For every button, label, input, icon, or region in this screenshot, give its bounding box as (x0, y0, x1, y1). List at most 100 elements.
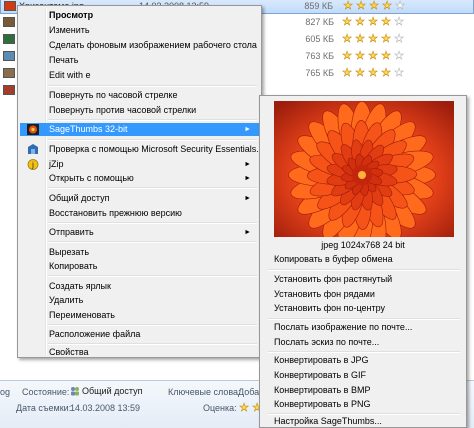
menu-item-rotate-ccw[interactable]: Повернуть против часовой стрелки (20, 104, 259, 117)
star-filled-icon[interactable]: ★ (367, 50, 379, 63)
star-empty-icon[interactable]: ★ (393, 67, 405, 80)
menu-item-restore[interactable]: Восстановить прежнюю версию (20, 207, 259, 220)
menu-item-preview[interactable]: Просмотр (20, 9, 259, 22)
jzip-icon: j (27, 159, 39, 170)
star-filled-icon[interactable]: ★ (354, 33, 366, 46)
people-icon (71, 387, 79, 396)
star-filled-icon[interactable]: ★ (341, 33, 353, 46)
star-filled-icon[interactable]: ★ (341, 50, 353, 63)
menu-item-sagethumbs[interactable]: SageThumbs 32-bit ► (20, 123, 259, 136)
star-filled-icon[interactable]: ★ (341, 16, 353, 29)
star-empty-icon[interactable]: ★ (394, 0, 406, 12)
star-filled-icon[interactable]: ★ (342, 0, 354, 12)
menu-item-open-with[interactable]: Открыть с помощью ► (20, 172, 259, 185)
submenu-arrow-icon: ► (244, 229, 251, 236)
rating-label: Оценка: (203, 403, 237, 413)
star-filled-icon[interactable]: ★ (381, 0, 393, 12)
menu-item-edit-with[interactable]: Edit with e (20, 69, 259, 82)
menu-item-create-shortcut[interactable]: Создать ярлык (20, 280, 259, 293)
submenu-arrow-icon: ► (244, 161, 251, 168)
menu-item-file-location[interactable]: Расположение файла (20, 328, 259, 341)
star-filled-icon[interactable]: ★ (354, 16, 366, 29)
submenu-item-to-bmp[interactable]: Конвертировать в BMP (262, 384, 464, 397)
star-filled-icon[interactable]: ★ (380, 50, 392, 63)
date-taken-value: 14.03.2008 13:59 (70, 403, 141, 413)
star-filled-icon[interactable]: ★ (367, 67, 379, 80)
keywords-value[interactable]: Доба (238, 387, 259, 397)
menu-item-copy[interactable]: Копировать (20, 260, 259, 273)
file-size: 827 КБ (305, 17, 334, 27)
star-filled-icon[interactable]: ★ (380, 67, 392, 80)
star-filled-icon[interactable]: ★ (367, 16, 379, 29)
details-filename-fragment: og (0, 387, 11, 397)
submenu-item-to-png[interactable]: Конвертировать в PNG (262, 398, 464, 411)
star-filled-icon[interactable]: ★ (341, 67, 353, 80)
star-filled-icon[interactable]: ★ (355, 0, 367, 12)
submenu-item-to-jpg[interactable]: Конвертировать в JPG (262, 354, 464, 367)
submenu-item-copy-clipboard[interactable]: Копировать в буфер обмена (262, 253, 464, 266)
state-value: Общий доступ (70, 386, 142, 396)
rating-stars[interactable]: ★★★★★ (341, 50, 406, 63)
submenu-item-mail-thumb[interactable]: Послать эскиз по почте... (262, 336, 464, 349)
menu-item-cut[interactable]: Вырезать (20, 246, 259, 259)
menu-item-mse-scan[interactable]: Проверка с помощью Microsoft Security Es… (20, 143, 264, 156)
star-filled-icon[interactable]: ★ (354, 50, 366, 63)
menu-separator (268, 351, 460, 353)
submenu-arrow-icon: ► (244, 195, 251, 202)
menu-item-rename[interactable]: Переименовать (20, 309, 259, 322)
menu-separator (48, 324, 257, 326)
menu-item-print[interactable]: Печать (20, 54, 259, 67)
submenu-item-settings[interactable]: Настройка SageThumbs... (262, 415, 464, 428)
rating-stars[interactable]: ★★★★★ (341, 16, 406, 29)
menu-item-rotate-cw[interactable]: Повернуть по часовой стрелке (20, 89, 259, 102)
menu-separator (48, 343, 257, 345)
menu-item-label: Проверка с помощью Microsoft Security Es… (49, 144, 264, 154)
star-empty-icon[interactable]: ★ (393, 33, 405, 46)
svg-text:j: j (31, 161, 34, 170)
file-size: 605 КБ (305, 34, 334, 44)
rating-stars[interactable]: ★★★★★ (341, 33, 406, 46)
menu-separator (48, 85, 257, 87)
submenu-item-to-gif[interactable]: Конвертировать в GIF (262, 369, 464, 382)
menu-item-share[interactable]: Общий доступ ► (20, 192, 259, 205)
menu-separator (48, 119, 257, 121)
menu-item-delete[interactable]: Удалить (20, 294, 259, 307)
menu-separator (48, 187, 257, 189)
submenu-arrow-icon: ► (244, 126, 251, 133)
star-empty-icon[interactable]: ★ (393, 50, 405, 63)
file-size: 763 КБ (305, 51, 334, 61)
submenu-item-bg-stretch[interactable]: Установить фон растянутый (262, 273, 464, 286)
submenu-item-mail-image[interactable]: Послать изображение по почте... (262, 321, 464, 334)
star-filled-icon[interactable]: ★ (380, 16, 392, 29)
submenu-arrow-icon: ► (244, 175, 251, 182)
file-thumbnail (3, 85, 15, 95)
menu-item-set-wallpaper[interactable]: Сделать фоновым изображением рабочего ст… (20, 39, 259, 52)
menu-item-send-to[interactable]: Отправить ► (20, 226, 259, 239)
shield-house-icon (28, 144, 38, 154)
submenu-item-bg-center[interactable]: Установить фон по-центру (262, 302, 464, 315)
star-filled-icon[interactable]: ★ (354, 67, 366, 80)
submenu-item-bg-tile[interactable]: Установить фон рядами (262, 288, 464, 301)
image-preview-thumbnail (274, 101, 454, 237)
star-empty-icon[interactable]: ★ (393, 16, 405, 29)
menu-item-jzip[interactable]: j jZip ► (20, 158, 259, 171)
star-filled-icon[interactable]: ★ (380, 33, 392, 46)
rating-stars[interactable]: ★★★★★ (342, 0, 407, 12)
rating-stars[interactable]: ★★★★★ (341, 67, 406, 80)
file-thumbnail (3, 17, 15, 27)
star-filled-icon[interactable]: ★ (238, 402, 250, 415)
menu-separator (268, 318, 460, 320)
menu-separator (48, 139, 257, 141)
menu-item-properties[interactable]: Свойства (20, 346, 259, 359)
star-filled-icon[interactable]: ★ (368, 0, 380, 12)
menu-separator (48, 275, 257, 277)
star-filled-icon[interactable]: ★ (367, 33, 379, 46)
file-thumbnail (3, 51, 15, 61)
menu-item-edit[interactable]: Изменить (20, 24, 259, 37)
menu-separator (268, 269, 460, 271)
image-info: jpeg 1024x768 24 bit (321, 240, 405, 250)
file-thumbnail (3, 34, 15, 44)
keywords-label: Ключевые слова: (168, 387, 241, 397)
menu-item-label: Общий доступ (49, 193, 110, 203)
sagethumbs-submenu: jpeg 1024x768 24 bit Копировать в буфер … (259, 95, 467, 428)
